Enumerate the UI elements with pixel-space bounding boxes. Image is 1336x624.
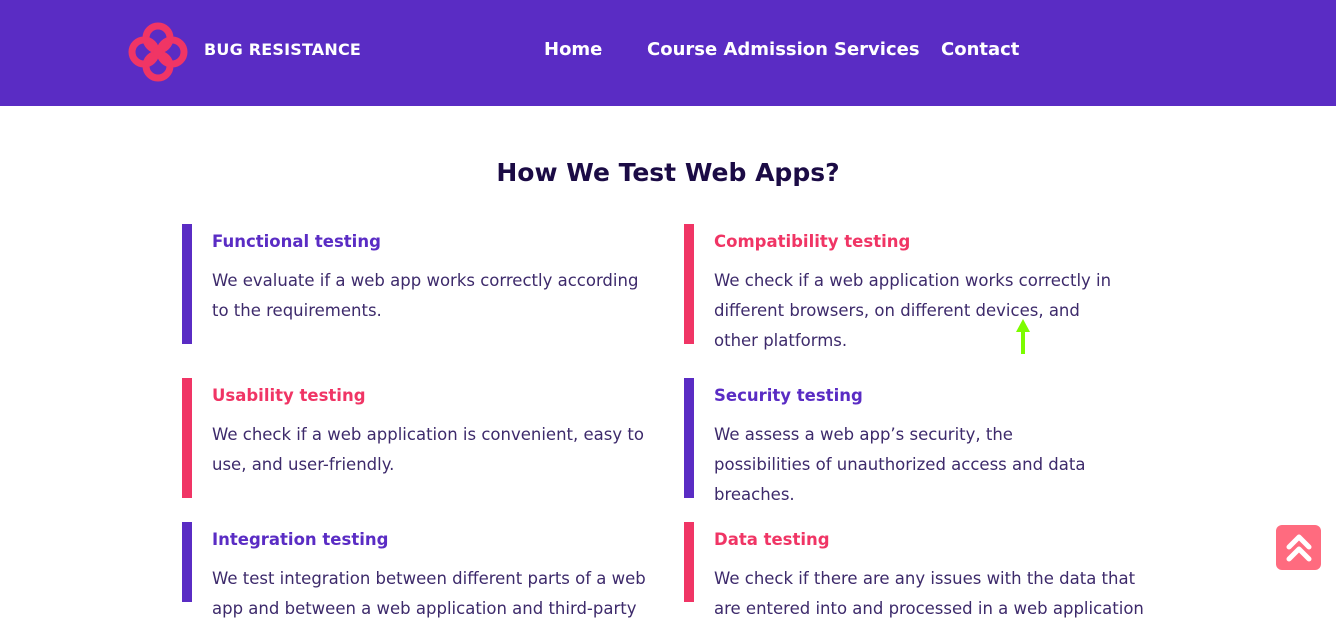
card-accent-bar <box>182 224 192 344</box>
card-accent-bar <box>182 378 192 498</box>
mouse-cursor-icon <box>1016 319 1030 354</box>
card-title: Security testing <box>714 386 863 405</box>
card-description: We check if a web application works corr… <box>714 271 1112 350</box>
nav-home[interactable]: Home <box>544 39 602 60</box>
scroll-to-top-button[interactable] <box>1276 525 1321 570</box>
brand-name[interactable]: BUG RESISTANCE <box>204 40 361 59</box>
clover-logo-icon[interactable] <box>126 21 190 83</box>
card-title: Usability testing <box>212 386 366 405</box>
card-description: We assess a web app’s security, the poss… <box>714 425 1086 504</box>
nav-services[interactable]: Services <box>834 39 920 60</box>
card-description: We check if there are any issues with th… <box>714 569 1144 618</box>
card-description: We check if a web application is conveni… <box>212 425 644 474</box>
card-accent-bar <box>684 522 694 602</box>
card-accent-bar <box>684 378 694 498</box>
section-title: How We Test Web Apps? <box>496 158 840 187</box>
nav-contact[interactable]: Contact <box>941 39 1019 60</box>
card-description: We evaluate if a web app works correctly… <box>212 271 639 320</box>
header: BUG RESISTANCE Home Course Admission Ser… <box>0 0 1336 106</box>
card-title: Data testing <box>714 530 830 549</box>
card-description: We test integration between different pa… <box>212 569 646 618</box>
card-title: Compatibility testing <box>714 232 911 251</box>
card-accent-bar <box>182 522 192 602</box>
double-chevron-up-icon <box>1286 534 1311 561</box>
card-title: Integration testing <box>212 530 389 549</box>
card-title: Functional testing <box>212 232 381 251</box>
card-accent-bar <box>684 224 694 344</box>
nav-course-admission[interactable]: Course Admission <box>647 39 828 60</box>
